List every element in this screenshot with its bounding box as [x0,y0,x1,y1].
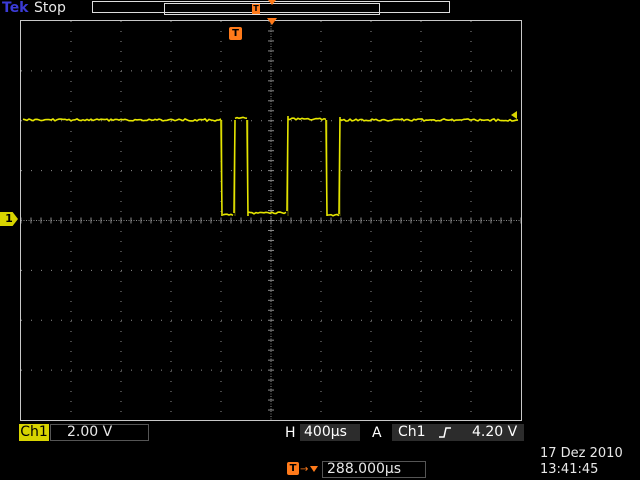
trigger-position-icon[interactable] [267,18,277,25]
waveform-svg [21,21,521,420]
record-trigger-marker: T [252,4,260,14]
rising-edge-icon [438,424,452,441]
top-bar: Tek Stop T [0,0,640,18]
trigger-marker-icon: T [229,27,242,40]
ch1-ground-marker[interactable]: 1 [0,212,18,226]
horizontal-scale: 400µs [300,424,360,441]
time-display: 13:41:45 [540,462,598,477]
trigger-position-value: 288.000µs [322,461,426,478]
record-position-icon [268,0,276,5]
trigger-label: A [372,425,382,441]
trigger-position-t-icon: T [287,462,299,475]
trigger-level: 4.20 V [472,424,517,441]
horizontal-label: H [285,425,296,441]
trigger-level-icon[interactable] [511,111,517,119]
channel-scale: 2.00 V [50,424,149,441]
date-display: 17 Dez 2010 [540,446,623,461]
arrow-right-icon: → [300,464,308,475]
trigger-readout: Ch1 4.20 V [392,424,524,441]
waveform-display[interactable] [20,20,522,421]
channel-label: Ch1 [19,424,49,441]
trigger-source: Ch1 [398,424,426,441]
brand-logo: Tek [2,0,29,16]
run-state: Stop [34,0,66,16]
trigger-position-caret-icon [310,466,318,472]
